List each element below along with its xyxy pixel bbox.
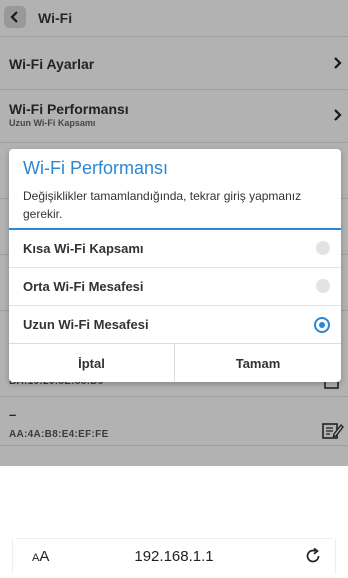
radio-unselected-icon[interactable] xyxy=(316,279,330,293)
ok-button[interactable]: Tamam xyxy=(175,344,341,382)
option-medium-range[interactable]: Orta Wi-Fi Mesafesi xyxy=(9,268,341,306)
option-long-range[interactable]: Uzun Wi-Fi Mesafesi xyxy=(9,306,341,343)
option-label: Orta Wi-Fi Mesafesi xyxy=(23,279,144,294)
tab-edge-left[interactable] xyxy=(0,538,13,574)
option-label: Kısa Wi-Fi Kapsamı xyxy=(23,241,144,256)
wifi-performance-dialog: Wi-Fi Performansı Değişiklikler tamamlan… xyxy=(9,149,341,382)
option-short-range[interactable]: Kısa Wi-Fi Kapsamı xyxy=(9,230,341,268)
dialog-message: Değişiklikler tamamlandığında, tekrar gi… xyxy=(23,189,302,221)
tab-edge-right[interactable] xyxy=(335,538,348,574)
cancel-button[interactable]: İptal xyxy=(9,344,175,382)
dialog-buttons: İptal Tamam xyxy=(9,343,341,382)
reload-icon[interactable] xyxy=(304,547,322,565)
browser-toolbar: AAAA 192.168.1.1 xyxy=(0,466,348,578)
dialog-title: Wi-Fi Performansı xyxy=(23,158,169,178)
url-text[interactable]: 192.168.1.1 xyxy=(16,548,332,565)
radio-unselected-icon[interactable] xyxy=(316,241,330,255)
radio-selected-icon[interactable] xyxy=(314,317,330,333)
address-bar[interactable]: AAAA 192.168.1.1 xyxy=(16,538,332,575)
option-label: Uzun Wi-Fi Mesafesi xyxy=(23,317,149,332)
